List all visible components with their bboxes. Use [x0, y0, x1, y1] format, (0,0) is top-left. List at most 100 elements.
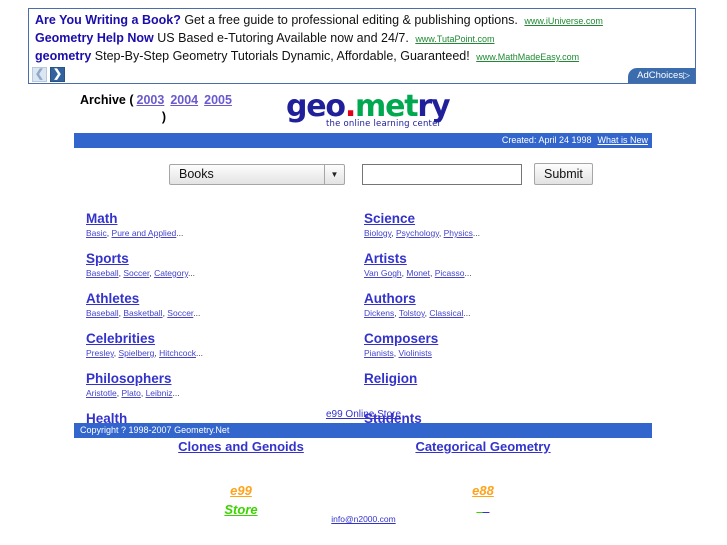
archive-label: Archive ( — [80, 93, 134, 107]
sub-link[interactable]: Basketball — [123, 308, 162, 318]
sub-link[interactable]: Presley — [86, 348, 114, 358]
ad-url[interactable]: www.MathMadeEasy.com — [476, 52, 579, 62]
contact-email-row: info@n2000.com — [0, 514, 727, 524]
category-celebrities: Celebrities Presley, Spielberg, Hitchcoc… — [86, 331, 336, 360]
category-title-authors[interactable]: Authors — [364, 291, 416, 307]
sub-link[interactable]: Psychology — [396, 228, 439, 238]
sub-link[interactable]: Spielberg — [118, 348, 154, 358]
tiny-blue-link[interactable]: _ — [483, 499, 490, 514]
archive-close-paren: ) — [161, 110, 167, 124]
category-science: Science Biology, Psychology, Physics... — [364, 211, 614, 240]
sub-link[interactable]: Category — [154, 268, 188, 278]
category-title-composers[interactable]: Composers — [364, 331, 438, 347]
ad-controls: ❮ ❯ AdChoices▷ — [29, 66, 695, 83]
e99-online-store-link[interactable]: e99 Online Store — [326, 409, 401, 420]
search-category-select[interactable]: Books ▼ — [169, 163, 345, 185]
submit-button[interactable]: Submit — [534, 163, 593, 185]
sub-link[interactable]: Basic — [86, 228, 107, 238]
sub-link[interactable]: Classical — [429, 308, 463, 318]
sub-link[interactable]: Hitchcock — [159, 348, 196, 358]
clones-and-genoids-link[interactable]: Clones and Genoids — [178, 439, 304, 454]
e99-link[interactable]: e99 — [230, 483, 252, 498]
category-title-artists[interactable]: Artists — [364, 251, 407, 267]
sub-link[interactable]: Baseball — [86, 308, 119, 318]
category-subs-authors: Dickens, Tolstoy, Classical... — [364, 307, 614, 320]
sub-ellipsis: ... — [472, 228, 480, 238]
adchoices-triangle-icon: ▷ — [683, 70, 690, 80]
adchoices-label: AdChoices — [637, 70, 684, 81]
archive-year-2003[interactable]: 2003 — [137, 93, 165, 107]
sub-link[interactable]: Plato — [121, 388, 140, 398]
category-title-sports[interactable]: Sports — [86, 251, 129, 267]
e88-link[interactable]: e88 — [472, 483, 494, 498]
ad-text: US Based e-Tutoring Available now and 24… — [157, 31, 409, 45]
sub-link[interactable]: Leibniz — [146, 388, 173, 398]
next-arrow-icon[interactable]: ❯ — [50, 67, 65, 82]
ad-row[interactable]: geometry Step-By-Step Geometry Tutorials… — [29, 47, 695, 65]
archive-nav: Archive (2003 2004 2005 ) — [80, 92, 270, 126]
sub-link[interactable]: Physics — [444, 228, 473, 238]
sub-link[interactable]: Soccer — [123, 268, 149, 278]
sub-link[interactable]: Monet — [406, 268, 430, 278]
ad-row[interactable]: Geometry Help Now US Based e-Tutoring Av… — [29, 29, 695, 47]
sub-link[interactable]: Violinists — [399, 348, 432, 358]
ad-row[interactable]: Are You Writing a Book? Get a free guide… — [29, 9, 695, 29]
ad-title[interactable]: Are You Writing a Book? — [35, 13, 181, 27]
created-date: Created: April 24 1998 — [501, 135, 592, 145]
sub-ellipsis: ... — [195, 348, 204, 358]
adchoices-badge[interactable]: AdChoices▷ — [628, 68, 695, 83]
category-philosophers: Philosophers Aristotle, Plato, Leibniz..… — [86, 371, 336, 400]
category-title-celebrities[interactable]: Celebrities — [86, 331, 155, 347]
category-math: Math Basic, Pure and Applied... — [86, 211, 336, 240]
sub-link[interactable]: Van Gogh — [364, 268, 402, 278]
sub-link[interactable]: Biology — [364, 228, 391, 238]
sub-link[interactable]: Picasso — [435, 268, 465, 278]
ad-url[interactable]: www.TutaPoint.com — [415, 34, 494, 44]
sub-ellipsis: ... — [463, 308, 471, 318]
copyright-bar: Copyright ? 1998-2007 Geometry.Net — [74, 423, 652, 438]
category-composers: Composers Pianists, Violinists — [364, 331, 614, 360]
search-form: Books ▼ Submit — [169, 163, 593, 185]
sub-ellipsis: ... — [193, 308, 201, 318]
category-title-religion[interactable]: Religion — [364, 371, 417, 387]
sub-link[interactable]: Soccer — [167, 308, 193, 318]
site-logo[interactable]: geo.metry the online learning center — [286, 92, 451, 132]
sub-link[interactable]: Tolstoy — [399, 308, 425, 318]
search-input[interactable] — [362, 163, 522, 185]
sub-link[interactable]: Baseball — [86, 268, 119, 278]
contact-email-link[interactable]: info@n2000.com — [331, 514, 395, 524]
created-bar: Created: April 24 1998 What is New — [74, 133, 652, 148]
sub-ellipsis: ... — [187, 268, 196, 278]
archive-year-2005[interactable]: 2005 — [204, 93, 232, 107]
sub-link[interactable]: Pianists — [364, 348, 394, 358]
sub-ellipsis: ... — [172, 388, 180, 398]
category-subs-philosophers: Aristotle, Plato, Leibniz... — [86, 387, 336, 400]
footer-tiny-links: __ — [392, 500, 574, 513]
category-authors: Authors Dickens, Tolstoy, Classical... — [364, 291, 614, 320]
prev-arrow-icon[interactable]: ❮ — [32, 67, 47, 82]
category-title-science[interactable]: Science — [364, 211, 415, 227]
category-title-philosophers[interactable]: Philosophers — [86, 371, 172, 387]
advertisement-block: Are You Writing a Book? Get a free guide… — [28, 8, 696, 84]
categorical-geometry-link[interactable]: Categorical Geometry — [415, 439, 550, 454]
sub-link[interactable]: Pure and Applied — [112, 228, 177, 238]
sub-link[interactable]: Dickens — [364, 308, 394, 318]
whats-new-link[interactable]: What is New — [597, 135, 648, 145]
ad-title[interactable]: geometry — [35, 49, 91, 63]
category-subs-math: Basic, Pure and Applied... — [86, 227, 336, 240]
category-religion: Religion — [364, 371, 614, 400]
category-sports: Sports Baseball, Soccer, Category... — [86, 251, 336, 280]
chevron-down-icon[interactable]: ▼ — [324, 164, 344, 184]
category-athletes: Athletes Baseball, Basketball, Soccer... — [86, 291, 336, 320]
ad-title[interactable]: Geometry Help Now — [35, 31, 154, 45]
category-title-math[interactable]: Math — [86, 211, 118, 227]
footer-column-right: Categorical Geometry e88 __ — [392, 439, 574, 513]
sub-link[interactable]: Aristotle — [86, 388, 117, 398]
footer-right-sublinks: e88 __ — [392, 481, 574, 513]
ad-url[interactable]: www.iUniverse.com — [524, 16, 603, 26]
category-title-athletes[interactable]: Athletes — [86, 291, 139, 307]
sub-ellipsis: ... — [176, 228, 184, 238]
ad-text: Get a free guide to professional editing… — [184, 13, 518, 27]
archive-year-2004[interactable]: 2004 — [170, 93, 198, 107]
category-subs-composers: Pianists, Violinists — [364, 347, 614, 360]
